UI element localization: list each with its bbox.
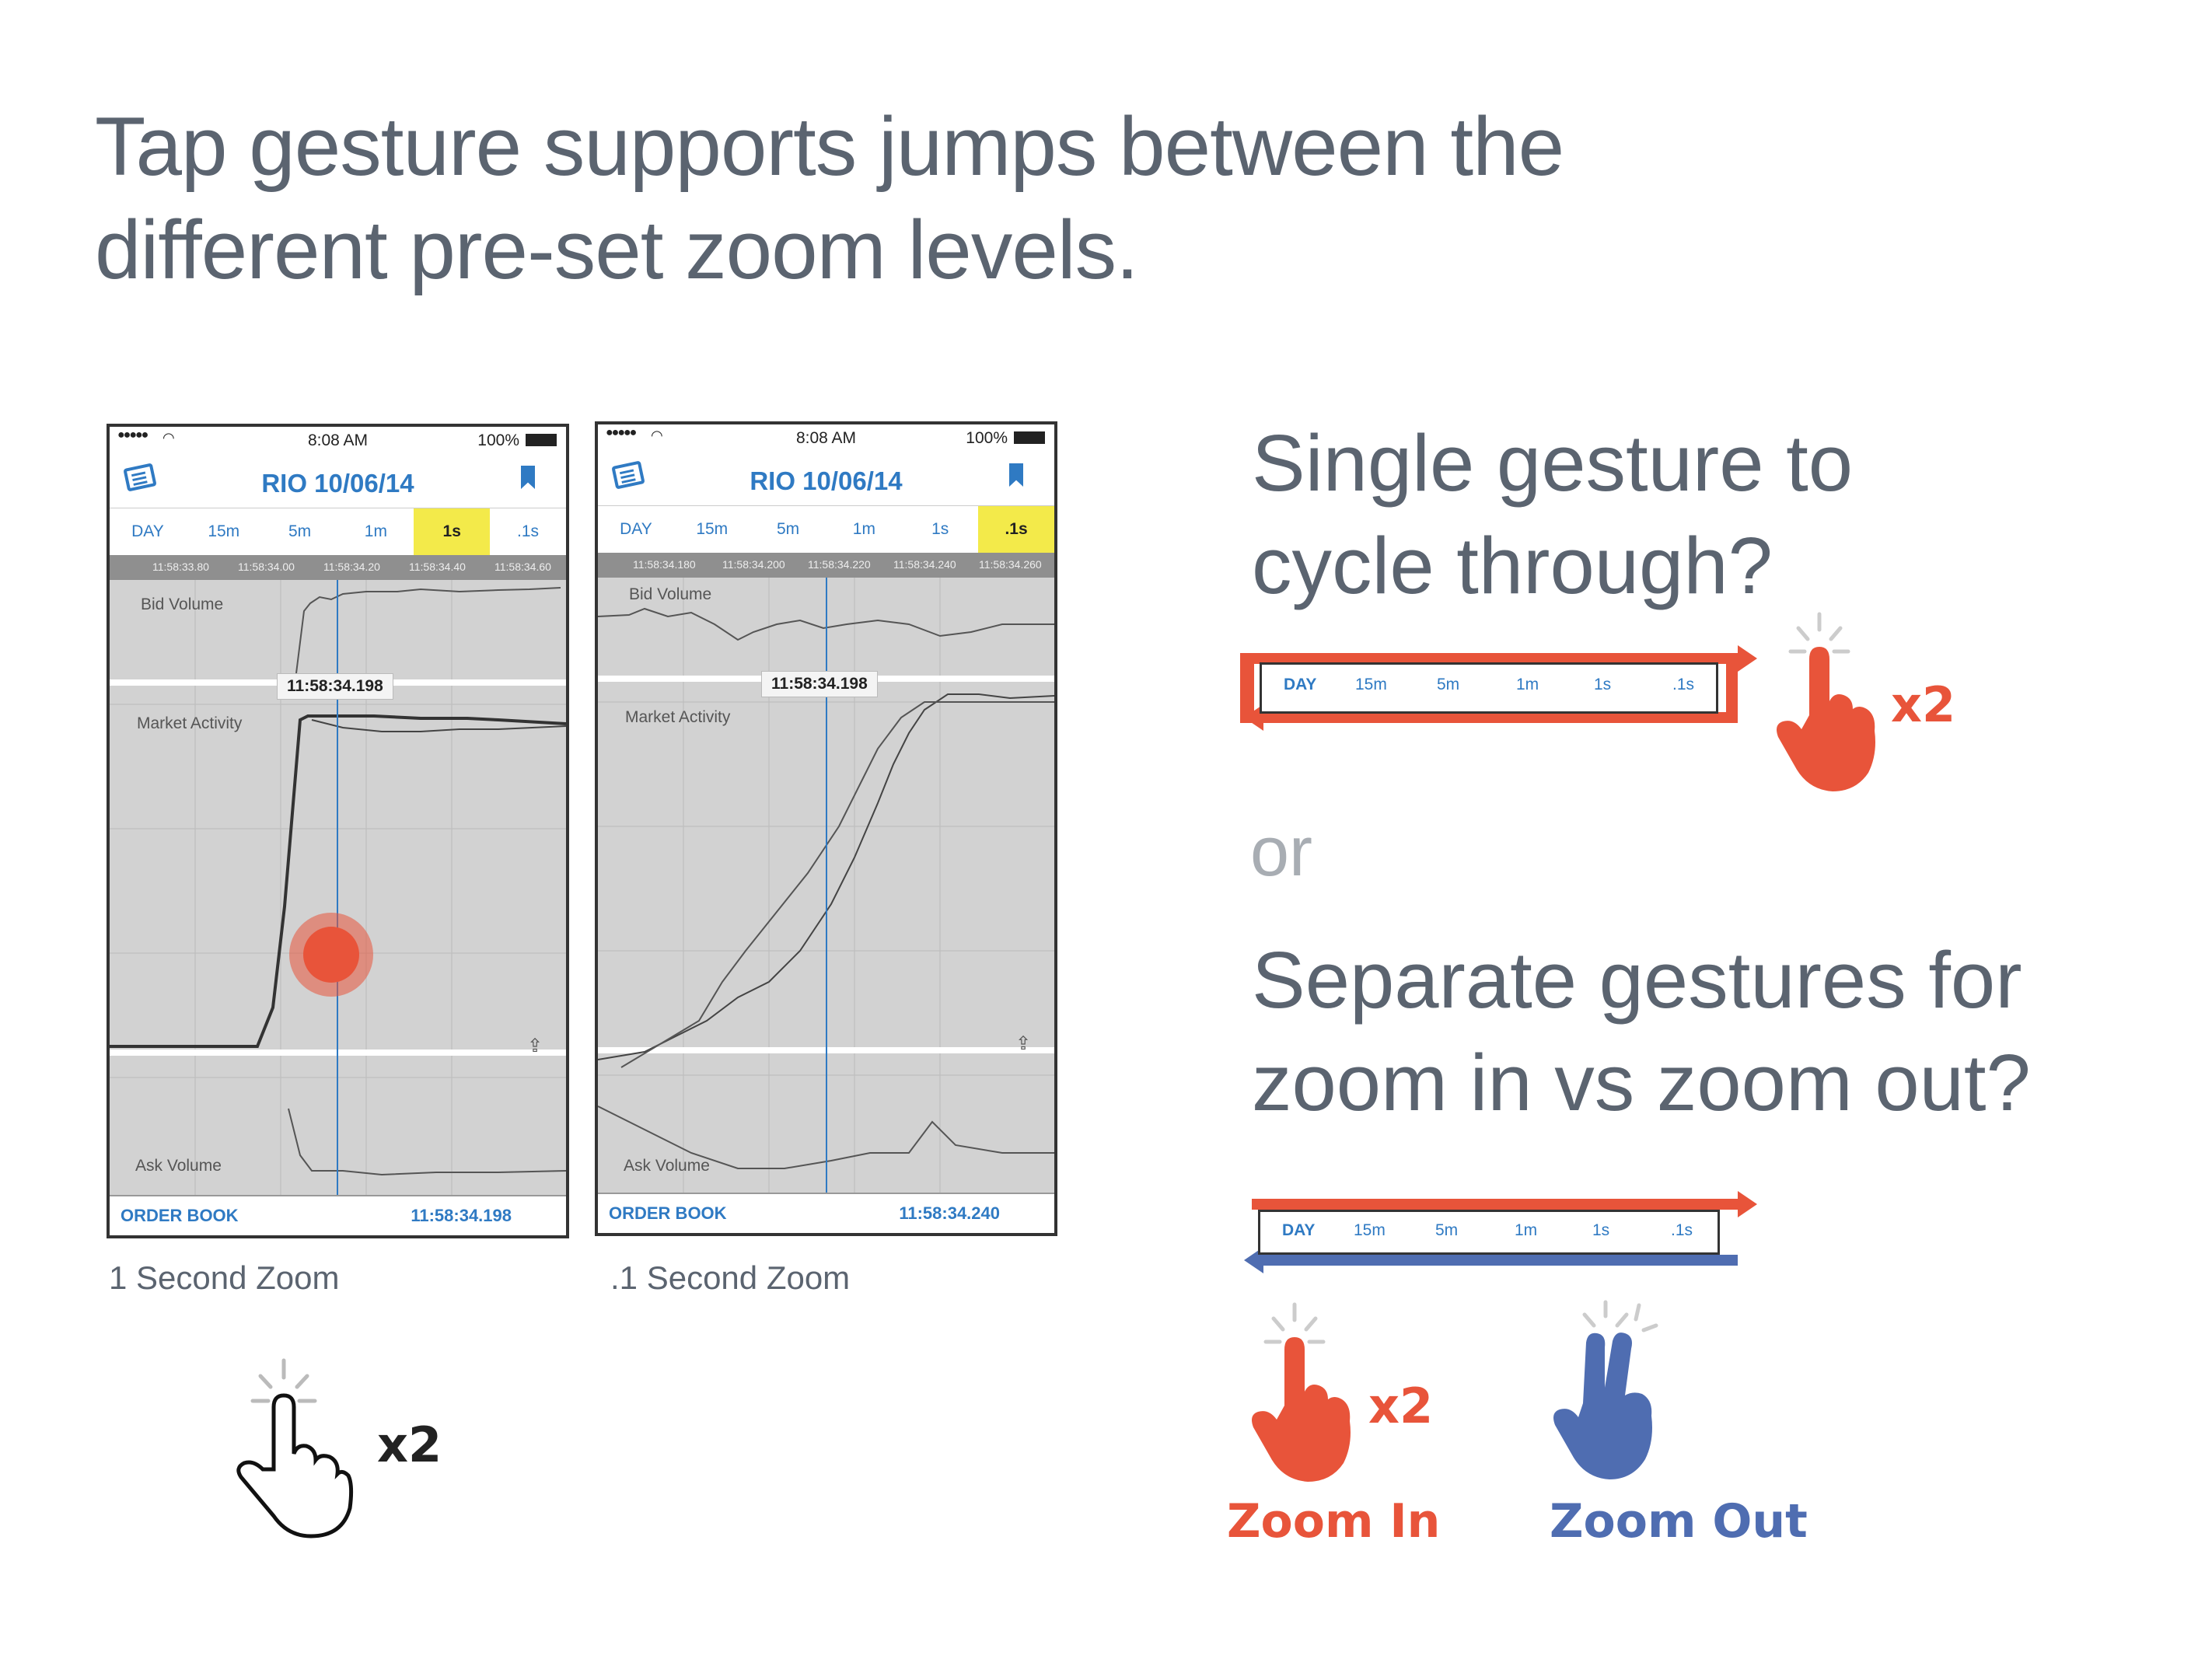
- time-tick: 11:58:34.260: [979, 558, 1042, 571]
- chart-area[interactable]: Bid Volume Market Activity Ask Volume 11…: [598, 578, 1054, 1200]
- time-tick: 11:58:34.180: [633, 558, 696, 571]
- time-axis: 11:58:33.80 11:58:34.00 11:58:34.20 11:5…: [110, 555, 566, 580]
- zoom-tabs: DAY 15m 5m 1m 1s .1s: [598, 506, 1054, 553]
- zoom-in-multiplier: x2: [1368, 1378, 1434, 1434]
- scale-15m: 15m: [1354, 1221, 1386, 1239]
- tab-day[interactable]: DAY: [598, 506, 674, 553]
- or-text: or: [1250, 813, 1313, 891]
- tab-day[interactable]: DAY: [110, 508, 186, 555]
- tab-5m[interactable]: 5m: [262, 508, 338, 555]
- footer-time: 11:58:34.198: [411, 1206, 512, 1225]
- cursor-time-label: 11:58:34.198: [277, 673, 393, 700]
- share-icon[interactable]: ⇪: [527, 1035, 543, 1057]
- tab-1s[interactable]: 1s: [414, 508, 491, 555]
- header-title: RIO 10/06/14: [261, 469, 414, 498]
- nav-bar: RIO 10/06/14: [110, 455, 566, 508]
- market-activity-label: Market Activity: [137, 714, 243, 732]
- tab-1s[interactable]: 1s: [902, 506, 978, 553]
- scale-day: DAY: [1282, 1221, 1316, 1239]
- scale-0-1s: .1s: [1672, 676, 1695, 693]
- share-icon[interactable]: ⇪: [1015, 1032, 1031, 1055]
- scale-5m: 5m: [1437, 676, 1460, 693]
- ask-volume-label: Ask Volume: [135, 1157, 222, 1175]
- time-tick: 11:58:34.240: [893, 558, 956, 571]
- question-single-gesture: Single gesture to cycle through?: [1252, 418, 1854, 610]
- tab-1m[interactable]: 1m: [826, 506, 902, 553]
- scale-1m: 1m: [1515, 1221, 1538, 1239]
- footer-time: 11:58:34.240: [899, 1203, 1000, 1223]
- scale-0-1s: .1s: [1671, 1221, 1693, 1239]
- order-book-link[interactable]: ORDER BOOK: [609, 1203, 727, 1224]
- scale-1m: 1m: [1516, 676, 1539, 693]
- tab-1m[interactable]: 1m: [337, 508, 414, 555]
- caption-point-one-second-zoom: .1 Second Zoom: [610, 1259, 851, 1296]
- status-bar: ●●●●● ◠ 8:08 AM 100%: [110, 427, 566, 455]
- footer-bar: ORDER BOOK 11:58:34.198: [110, 1195, 566, 1235]
- cursor-time-label: 11:58:34.198: [761, 671, 878, 697]
- tab-5m[interactable]: 5m: [750, 506, 826, 553]
- page-title: Tap gesture supports jumps between the d…: [95, 100, 1564, 296]
- ask-volume-label: Ask Volume: [624, 1157, 710, 1175]
- scale-15m: 15m: [1355, 676, 1387, 693]
- phone-point-one-second-zoom: ●●●●● ◠ 8:08 AM 100% RIO 10/06/14 DAY 15…: [595, 421, 1057, 1236]
- time-tick: 11:58:34.00: [238, 561, 295, 573]
- tab-15m[interactable]: 15m: [186, 508, 262, 555]
- question-separate-gestures: Separate gestures for zoom in vs zoom ou…: [1252, 935, 2031, 1127]
- tab-0-1s[interactable]: .1s: [978, 506, 1054, 553]
- caption-one-second-zoom: 1 Second Zoom: [109, 1259, 340, 1296]
- battery-icon: [1014, 431, 1045, 444]
- separate-zoom-scale: DAY 15m 5m 1m 1s .1s: [1258, 1210, 1720, 1255]
- time-tick: 11:58:33.80: [152, 561, 209, 573]
- time-tick: 11:58:34.60: [494, 561, 551, 573]
- scale-1s: 1s: [1594, 676, 1612, 693]
- bid-volume-label: Bid Volume: [629, 585, 712, 603]
- footer-bar: ORDER BOOK 11:58:34.240: [598, 1193, 1054, 1233]
- time-tick: 11:58:34.220: [808, 558, 871, 571]
- zoom-out-hand-icon: [1553, 1300, 1658, 1479]
- zoom-in-label: Zoom In: [1227, 1494, 1441, 1549]
- cycle-zoom-scale: DAY 15m 5m 1m 1s .1s: [1260, 662, 1718, 714]
- status-bar: ●●●●● ◠ 8:08 AM 100%: [598, 424, 1054, 452]
- zoom-tabs: DAY 15m 5m 1m 1s .1s: [110, 508, 566, 555]
- battery-icon: [526, 434, 557, 446]
- scale-1s: 1s: [1592, 1221, 1610, 1239]
- phone-one-second-zoom: ●●●●● ◠ 8:08 AM 100% RIO 10/06/14 DAY 15…: [107, 424, 569, 1238]
- time-axis: 11:58:34.180 11:58:34.200 11:58:34.220 1…: [598, 553, 1054, 578]
- cycle-multiplier: x2: [1891, 676, 1956, 733]
- bid-volume-label: Bid Volume: [141, 595, 224, 613]
- tap-hand-icon: [236, 1358, 354, 1539]
- zoom-out-label: Zoom Out: [1550, 1494, 1808, 1549]
- scale-day: DAY: [1284, 676, 1317, 693]
- header-title: RIO 10/06/14: [750, 466, 903, 495]
- tab-15m[interactable]: 15m: [674, 506, 750, 553]
- zoom-in-hand-icon: [1252, 1302, 1351, 1482]
- market-activity-label: Market Activity: [625, 708, 731, 726]
- nav-bar: RIO 10/06/14: [598, 452, 1054, 506]
- time-tick: 11:58:34.200: [722, 558, 785, 571]
- tab-0-1s[interactable]: .1s: [490, 508, 566, 555]
- time-tick: 11:58:34.40: [409, 561, 466, 573]
- tap-multiplier: x2: [377, 1416, 442, 1473]
- scale-5m: 5m: [1435, 1221, 1459, 1239]
- time-tick: 11:58:34.20: [323, 561, 380, 573]
- chart-area[interactable]: Bid Volume Market Activity Ask Volume 11…: [110, 580, 566, 1202]
- order-book-link[interactable]: ORDER BOOK: [121, 1206, 239, 1226]
- red-tap-hand-icon: [1777, 612, 1875, 791]
